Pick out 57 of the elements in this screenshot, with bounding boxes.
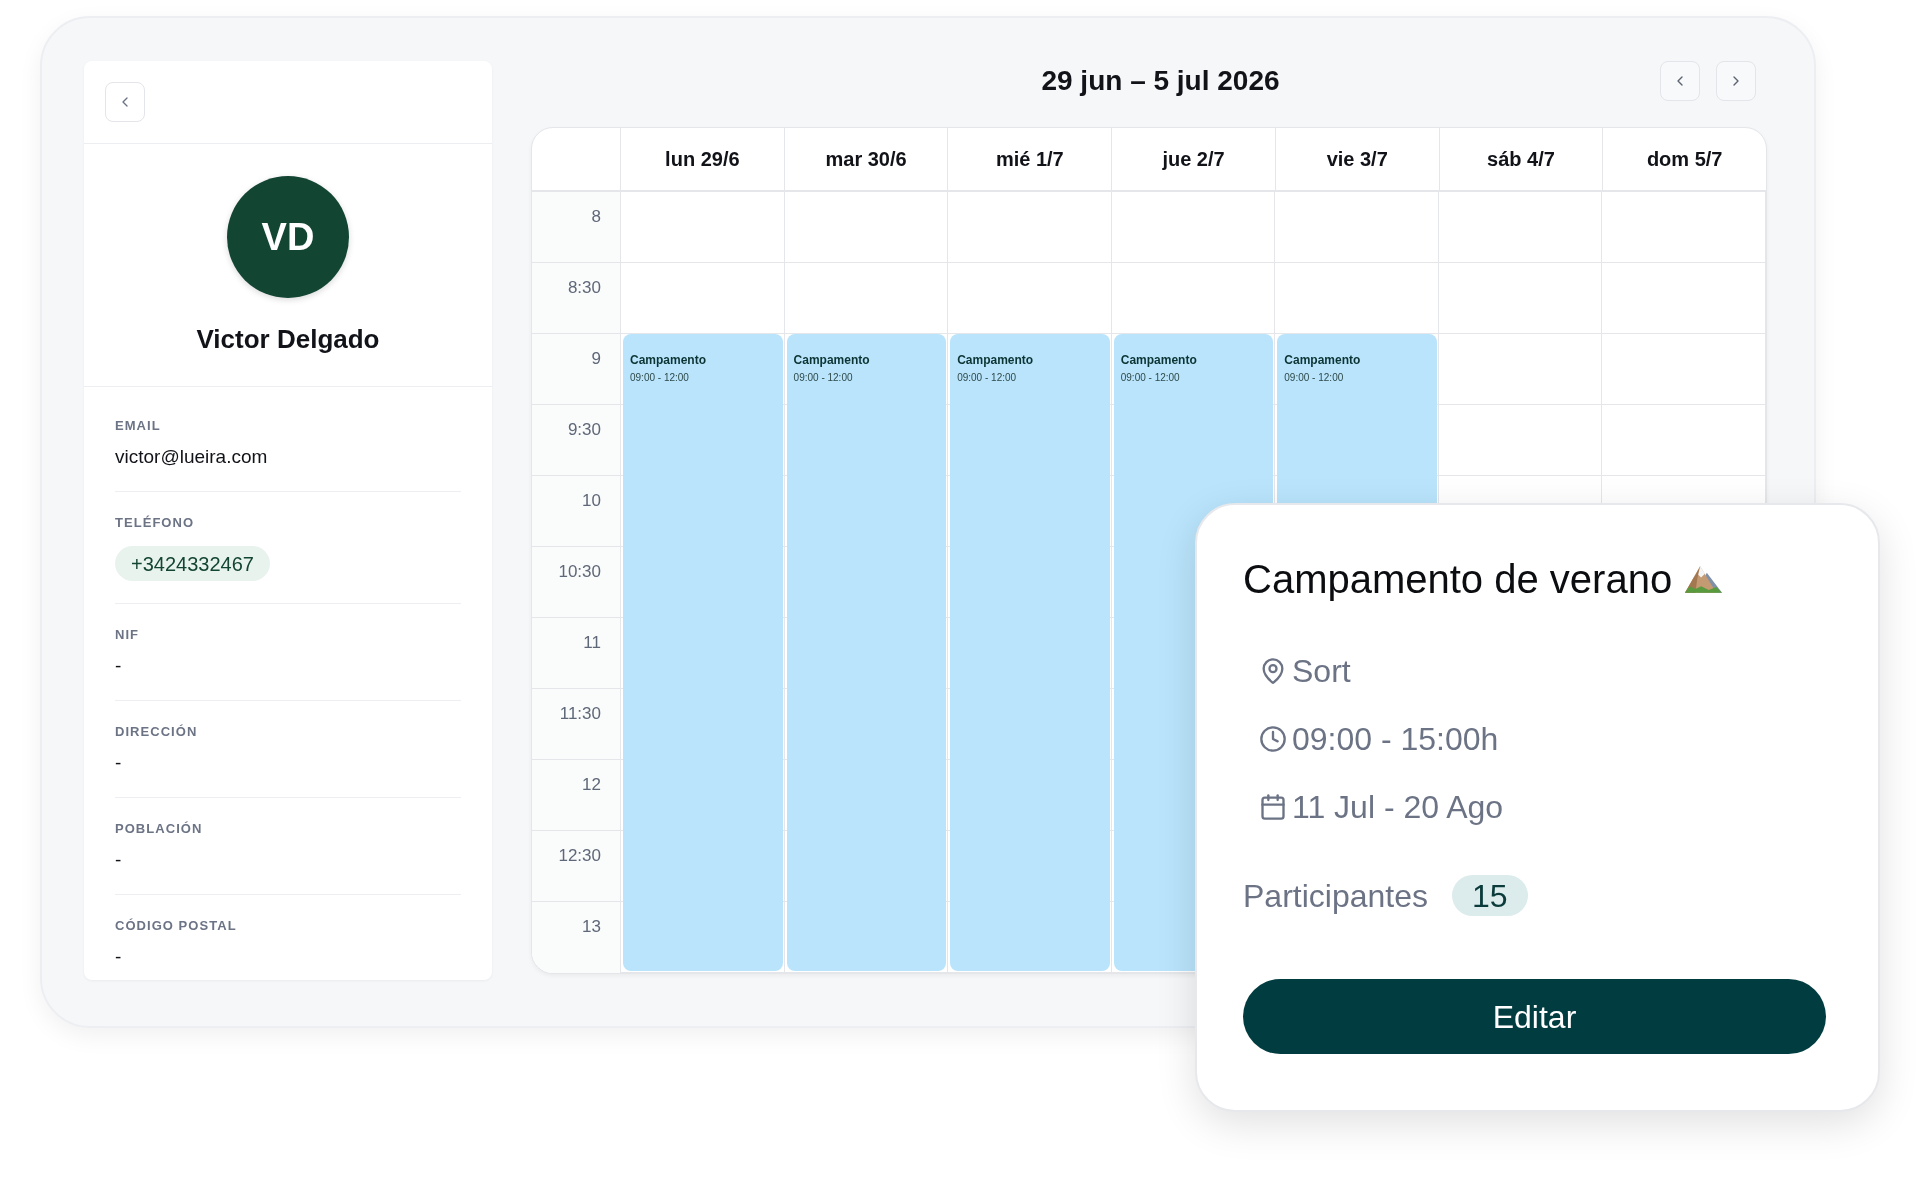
event-title: Campamento (793, 353, 870, 368)
profile-name: Victor Delgado (196, 323, 380, 355)
time-label: 8:30 (567, 277, 601, 299)
time-label: 12 (582, 774, 601, 796)
field-label: DIRECCIÓN (115, 724, 198, 740)
field-label: CÓDIGO POSTAL (115, 918, 237, 934)
time-label: 10 (582, 490, 601, 512)
time-label: 8 (591, 206, 601, 228)
mountain-icon (1684, 564, 1723, 594)
detail-text: 09:00 - 15:00h (1292, 720, 1499, 758)
field-value: - (115, 654, 122, 678)
edit-button[interactable]: Editar (1243, 979, 1826, 1054)
event-block[interactable]: Campamento 09:00 - 12:00 (786, 334, 947, 971)
event-title: Campamento (630, 353, 706, 368)
event-title: Campamento (957, 353, 1034, 368)
detail-text: 11 Jul - 20 Ago (1292, 788, 1504, 826)
participants-count: 15 (1452, 875, 1528, 916)
time-label: 10:30 (558, 561, 601, 583)
event-time: 09:00 - 12:00 (630, 371, 689, 384)
time-label: 11 (583, 632, 601, 654)
previous-week-button[interactable] (1660, 61, 1700, 101)
day-header: sáb 4/7 (1487, 147, 1555, 172)
phone-tag: +3424332467 (115, 546, 270, 581)
day-header: mar 30/6 (825, 147, 907, 172)
field-label: POBLACIÓN (115, 821, 203, 837)
event-time: 09:00 - 12:00 (957, 371, 1017, 384)
week-title: 29 jun – 5 jul 2026 (1041, 64, 1280, 98)
field-label: TELÉFONO (115, 515, 195, 531)
back-button[interactable] (105, 82, 145, 122)
event-block[interactable]: Campamento 09:00 - 12:00 (623, 334, 783, 971)
time-label: 9 (591, 348, 601, 370)
day-header: vie 3/7 (1326, 147, 1388, 172)
time-label: 12:30 (558, 845, 601, 867)
time-label: 11:30 (559, 703, 601, 725)
field-value: - (115, 848, 122, 872)
time-label: 9:30 (567, 419, 601, 441)
time-label: 13 (582, 916, 601, 938)
event-block[interactable]: Campamento 09:00 - 12:00 (950, 334, 1110, 971)
day-header: lun 29/6 (665, 147, 740, 172)
field-label: EMAIL (115, 418, 161, 434)
field-value: - (115, 945, 122, 969)
event-title: Campamento (1284, 353, 1361, 368)
field-value: - (115, 751, 122, 775)
event-time: 09:00 - 12:00 (793, 371, 853, 384)
event-title: Campamento (1120, 353, 1197, 368)
next-week-button[interactable] (1716, 61, 1756, 101)
field-value: victor@lueira.com (115, 445, 268, 469)
clock-icon (1259, 725, 1287, 753)
event-time: 09:00 - 12:00 (1120, 371, 1180, 384)
detail-text: Sort (1292, 652, 1351, 690)
calendar-icon (1259, 793, 1287, 821)
day-header: jue 2/7 (1162, 147, 1225, 172)
avatar: VD (227, 176, 349, 298)
field-label: NIF (115, 627, 140, 643)
day-header: dom 5/7 (1646, 147, 1723, 172)
day-header: mié 1/7 (995, 147, 1064, 172)
event-time: 09:00 - 12:00 (1284, 371, 1344, 384)
